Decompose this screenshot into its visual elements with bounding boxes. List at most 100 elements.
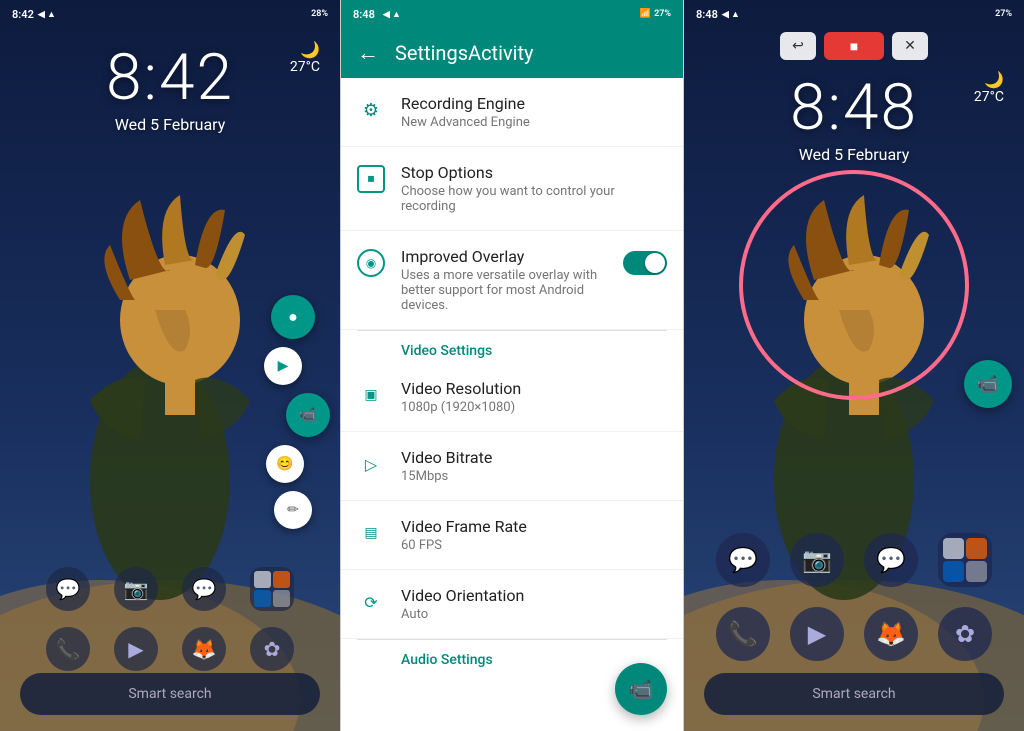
left-clock-date: Wed 5 February: [106, 115, 234, 134]
back-button[interactable]: ←: [357, 40, 379, 66]
left-dock-fan[interactable]: ✿: [250, 627, 294, 671]
right-status-bar: 8:48 ◀ ▲ 27%: [684, 0, 1024, 28]
right-dock-row1: 💬 📷 💬: [716, 533, 992, 587]
middle-fab-icon: 📹: [629, 677, 654, 701]
left-temp: 27°C: [290, 59, 320, 75]
right-dock-whatsapp[interactable]: 💬: [864, 533, 918, 587]
middle-wifi: 📶: [640, 9, 651, 19]
recording-engine-title: Recording Engine: [401, 94, 667, 113]
close-button[interactable]: ✕: [892, 32, 928, 60]
video-orientation-title: Video Orientation: [401, 586, 667, 605]
video-framerate-icon: ▤: [357, 519, 385, 547]
whatsapp-icon: 💬: [192, 577, 217, 601]
settings-video-resolution[interactable]: ▣ Video Resolution 1080p (1920×1080): [341, 363, 683, 432]
signal-icons: ◀ ▲: [38, 9, 56, 20]
middle-time-display: 8:48: [353, 8, 375, 21]
middle-status-bar: 8:48 ◀ ▲ 📶 27%: [341, 0, 683, 28]
right-dock-row2: 📞 ▶ 🦊 ✿: [716, 607, 992, 661]
left-clock-area: 8:42 Wed 5 February 🌙 27°C: [0, 40, 340, 134]
right-status-time: 8:48 ◀ ▲: [696, 8, 740, 21]
right-status-icons: 27%: [995, 9, 1012, 19]
left-dock-chat[interactable]: 💬: [46, 567, 90, 611]
right-top-bar: ↩ ■ ✕: [684, 28, 1024, 64]
left-dock-grid[interactable]: [250, 567, 294, 611]
right-weather-icon: 🌙: [974, 70, 1004, 89]
settings-video-bitrate[interactable]: ▷ Video Bitrate 15Mbps: [341, 432, 683, 501]
left-phone: 8:42 ◀ ▲ 28% 8:42 Wed 5 February 🌙 27°C …: [0, 0, 340, 731]
right-battery: 27%: [995, 9, 1012, 19]
right-smart-search[interactable]: Smart search: [704, 673, 1004, 715]
right-time-display: 8:48: [696, 8, 718, 21]
right-dock-play[interactable]: ▶: [790, 607, 844, 661]
video-bitrate-title: Video Bitrate: [401, 448, 667, 467]
left-smart-search[interactable]: Smart search: [20, 673, 320, 715]
right-dock-camera[interactable]: 📷: [790, 533, 844, 587]
video-resolution-title: Video Resolution: [401, 379, 667, 398]
overlay-title: Improved Overlay: [401, 247, 623, 266]
left-fab-face[interactable]: 😊: [266, 445, 304, 483]
right-record-button[interactable]: 📹: [964, 360, 1012, 408]
edit-icon: ✏: [287, 502, 299, 518]
left-fab-edit[interactable]: ✏: [274, 491, 312, 529]
recording-engine-content: Recording Engine New Advanced Engine: [401, 94, 667, 130]
status-time-left: 8:42 ◀ ▲: [12, 8, 56, 21]
video-icon: ▶: [278, 358, 289, 374]
right-dock-firefox[interactable]: 🦊: [864, 607, 918, 661]
middle-status-time: 8:48 ◀ ▲: [353, 8, 401, 21]
camera-icon: 📹: [299, 407, 316, 423]
right-camera-icon: 📷: [802, 546, 832, 574]
camera-icon-dock: 📷: [124, 577, 149, 601]
stop-record-icon: ■: [850, 38, 858, 55]
settings-header: ← SettingsActivity: [341, 28, 683, 78]
middle-signal: ◀ ▲: [383, 9, 401, 20]
left-weather-icon: 🌙: [290, 40, 320, 59]
stop-options-title: Stop Options: [401, 163, 667, 182]
left-dock-whatsapp[interactable]: 💬: [182, 567, 226, 611]
right-signal: ◀ ▲: [722, 9, 740, 20]
recording-engine-subtitle: New Advanced Engine: [401, 115, 667, 130]
smart-search-label: Smart search: [128, 686, 211, 702]
left-fab-video[interactable]: ▶: [264, 347, 302, 385]
middle-phone: 8:48 ◀ ▲ 📶 27% ← SettingsActivity ⚙ Reco…: [340, 0, 684, 731]
left-dock-row2: 📞 ▶ 🦊 ✿: [46, 627, 294, 671]
left-dock-camera[interactable]: 📷: [114, 567, 158, 611]
face-icon: 😊: [276, 456, 293, 472]
left-dock-play[interactable]: ▶: [114, 627, 158, 671]
right-whatsapp-icon: 💬: [876, 546, 906, 574]
right-dock-fan[interactable]: ✿: [938, 607, 992, 661]
left-dock-firefox[interactable]: 🦊: [182, 627, 226, 671]
overlay-subtitle: Uses a more versatile overlay with bette…: [401, 268, 623, 313]
settings-video-framerate[interactable]: ▤ Video Frame Rate 60 FPS: [341, 501, 683, 570]
right-fan-icon: ✿: [955, 620, 975, 648]
left-status-bar: 8:42 ◀ ▲ 28%: [0, 0, 340, 28]
toggle-thumb: [645, 253, 665, 273]
left-fab-main[interactable]: ●: [271, 295, 315, 339]
settings-recording-engine[interactable]: ⚙ Recording Engine New Advanced Engine: [341, 78, 683, 147]
video-settings-label[interactable]: Video Settings: [341, 331, 683, 363]
settings-stop-options[interactable]: ⏹ Stop Options Choose how you want to co…: [341, 147, 683, 231]
settings-body: ⚙ Recording Engine New Advanced Engine ⏹…: [341, 78, 683, 731]
overlay-icon: ◉: [357, 249, 385, 277]
stop-options-content: Stop Options Choose how you want to cont…: [401, 163, 667, 214]
stop-options-subtitle: Choose how you want to control your reco…: [401, 184, 667, 214]
left-fab-camera[interactable]: 📹: [286, 393, 330, 437]
play-icon: ▶: [128, 637, 143, 661]
undo-button[interactable]: ↩: [780, 32, 816, 60]
right-dock-chat[interactable]: 💬: [716, 533, 770, 587]
right-firefox-icon: 🦊: [876, 620, 906, 648]
middle-fab[interactable]: 📹: [615, 663, 667, 715]
right-dock-phone[interactable]: 📞: [716, 607, 770, 661]
left-dock-row1: 💬 📷 💬: [46, 567, 294, 611]
record-stop-button[interactable]: ■: [824, 32, 884, 60]
settings-video-orientation[interactable]: ⟳ Video Orientation Auto: [341, 570, 683, 639]
settings-overlay[interactable]: ◉ Improved Overlay Uses a more versatile…: [341, 231, 683, 330]
right-dock-grid[interactable]: [938, 533, 992, 587]
overlay-toggle[interactable]: [623, 251, 667, 275]
right-temp: 27°C: [974, 89, 1004, 105]
firefox-icon: 🦊: [192, 637, 217, 661]
video-orientation-subtitle: Auto: [401, 607, 667, 622]
video-bitrate-subtitle: 15Mbps: [401, 469, 667, 484]
left-dock-phone[interactable]: 📞: [46, 627, 90, 671]
video-framerate-subtitle: 60 FPS: [401, 538, 667, 553]
middle-battery: 27%: [654, 9, 671, 19]
